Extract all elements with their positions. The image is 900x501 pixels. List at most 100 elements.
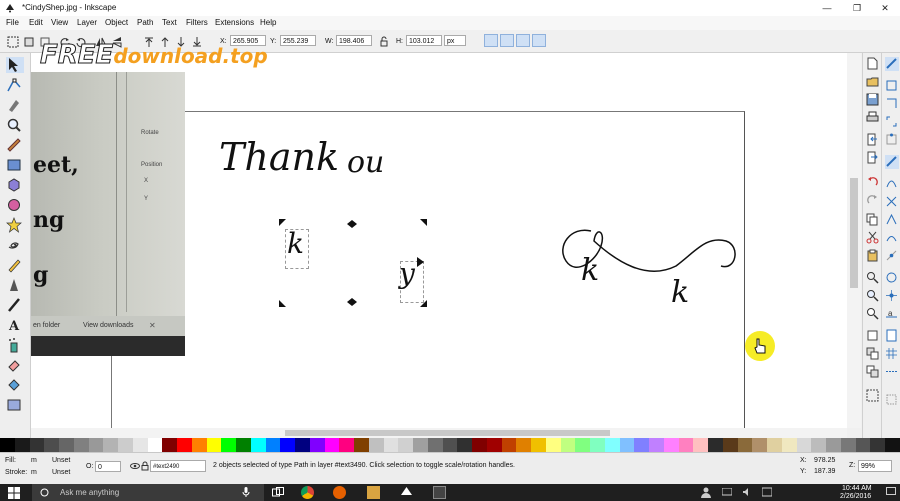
layer-visibility-icon[interactable] xyxy=(130,461,140,471)
spiral-tool-icon[interactable] xyxy=(6,237,24,253)
3d-box-tool-icon[interactable] xyxy=(6,177,24,193)
palette-swatch[interactable] xyxy=(88,438,104,452)
palette-swatch[interactable] xyxy=(177,438,192,452)
menu-filters[interactable]: Filters xyxy=(186,18,208,27)
h-field[interactable]: 103.012 xyxy=(406,35,442,46)
thank-text[interactable]: Thank xyxy=(219,135,339,179)
snap-page-border-icon[interactable] xyxy=(885,329,899,343)
select-all-layers-icon[interactable] xyxy=(22,35,36,49)
layer-dropdown[interactable]: #text2490 xyxy=(150,460,206,472)
cut-icon[interactable] xyxy=(866,231,880,245)
group-icon[interactable] xyxy=(866,389,880,403)
palette-swatch[interactable] xyxy=(280,438,295,452)
palette-swatch[interactable] xyxy=(339,438,354,452)
menu-edit[interactable]: Edit xyxy=(29,18,43,27)
palette-swatch[interactable] xyxy=(14,438,30,452)
palette-swatch[interactable] xyxy=(545,438,561,452)
people-tray-icon[interactable] xyxy=(700,486,712,498)
snap-rotation-center-icon[interactable] xyxy=(885,289,899,303)
tweak-tool-icon[interactable] xyxy=(6,97,24,113)
eraser-tool-icon[interactable] xyxy=(6,357,24,373)
snap-guides-icon[interactable] xyxy=(885,365,899,379)
w-field[interactable]: 198.406 xyxy=(336,35,372,46)
vertical-scroll-thumb[interactable] xyxy=(850,178,858,288)
paste-icon[interactable] xyxy=(866,249,880,263)
unlink-clone-icon[interactable] xyxy=(866,365,880,379)
snap-midpoints-icon[interactable] xyxy=(885,249,899,263)
new-document-icon[interactable] xyxy=(866,57,880,71)
menu-text[interactable]: Text xyxy=(162,18,177,27)
close-button[interactable]: ✕ xyxy=(870,2,900,14)
stroke-unset[interactable]: Unset xyxy=(52,469,70,476)
font-viewer-taskbar-icon[interactable] xyxy=(433,486,446,499)
snap-bbox-midpoints-icon[interactable] xyxy=(885,133,899,147)
language-tray-icon[interactable] xyxy=(761,487,773,497)
palette-swatch[interactable] xyxy=(324,438,340,452)
move-gradients-icon[interactable] xyxy=(516,34,530,47)
horizontal-scroll-thumb[interactable] xyxy=(285,430,610,436)
big-k-right[interactable]: k xyxy=(671,275,689,310)
palette-swatch[interactable] xyxy=(619,438,635,452)
scale-stroke-icon[interactable] xyxy=(484,34,498,47)
palette-swatch[interactable] xyxy=(383,438,399,452)
palette-swatch[interactable] xyxy=(265,438,281,452)
clone-icon[interactable] xyxy=(866,347,880,361)
zoom-tool-icon[interactable] xyxy=(6,117,24,133)
snap-intersections-icon[interactable] xyxy=(885,195,899,209)
palette-swatch[interactable] xyxy=(398,438,413,452)
palette-swatch[interactable] xyxy=(722,438,738,452)
pen-tool-icon[interactable] xyxy=(6,277,24,293)
menu-help[interactable]: Help xyxy=(260,18,276,27)
menu-layer[interactable]: Layer xyxy=(77,18,97,27)
palette-swatch[interactable] xyxy=(59,438,74,452)
measure-tool-icon[interactable] xyxy=(6,137,24,153)
redo-icon[interactable] xyxy=(866,193,880,207)
palette-swatch[interactable] xyxy=(870,438,885,452)
palette-swatch[interactable] xyxy=(132,438,148,452)
opacity-field[interactable]: 0 xyxy=(95,461,121,472)
unit-select[interactable]: px xyxy=(444,35,466,46)
palette-swatch[interactable] xyxy=(44,438,59,452)
palette-swatch[interactable] xyxy=(516,438,531,452)
palette-swatch[interactable] xyxy=(29,438,45,452)
inkscape-taskbar-icon[interactable] xyxy=(400,486,413,499)
palette-swatch[interactable] xyxy=(472,438,487,452)
network-tray-icon[interactable] xyxy=(721,487,733,496)
open-folder-button[interactable]: en folder xyxy=(33,322,60,329)
palette-swatch[interactable] xyxy=(221,438,236,452)
pencil-tool-icon[interactable] xyxy=(6,257,24,273)
star-tool-icon[interactable] xyxy=(6,217,24,233)
export-icon[interactable] xyxy=(866,151,880,165)
snap-bbox-edges-icon[interactable] xyxy=(885,97,899,111)
palette-swatch[interactable] xyxy=(752,438,767,452)
ellipse-tool-icon[interactable] xyxy=(6,197,24,213)
zoom-selection-icon[interactable] xyxy=(866,271,880,285)
palette-swatch[interactable] xyxy=(413,438,428,452)
palette-swatch[interactable] xyxy=(250,438,266,452)
menu-file[interactable]: File xyxy=(6,18,19,27)
palette-swatch[interactable] xyxy=(767,438,782,452)
palette-swatch[interactable] xyxy=(309,438,325,452)
big-k-left[interactable]: k xyxy=(581,253,599,288)
start-windows-icon[interactable] xyxy=(8,487,20,499)
duplicate-icon[interactable] xyxy=(866,329,880,343)
snap-paths-icon[interactable] xyxy=(885,177,899,191)
microphone-icon[interactable] xyxy=(242,487,250,497)
scale-corners-icon[interactable] xyxy=(500,34,514,47)
view-downloads-button[interactable]: View downloads xyxy=(83,322,133,329)
move-patterns-icon[interactable] xyxy=(532,34,546,47)
palette-swatch[interactable] xyxy=(663,438,679,452)
palette-swatch[interactable] xyxy=(840,438,856,452)
zoom-field[interactable]: 99% xyxy=(858,460,892,472)
rectangle-tool-icon[interactable] xyxy=(6,157,24,173)
palette-swatch[interactable] xyxy=(442,438,458,452)
palette-swatch[interactable] xyxy=(118,438,133,452)
paint-bucket-tool-icon[interactable] xyxy=(6,377,24,393)
undo-icon[interactable] xyxy=(866,175,880,189)
select-all-icon[interactable] xyxy=(6,35,20,49)
fill-unset[interactable]: Unset xyxy=(52,457,70,464)
download-bar-close[interactable]: ✕ xyxy=(149,321,156,330)
snap-centers-icon[interactable] xyxy=(885,271,899,285)
palette-swatch[interactable] xyxy=(191,438,207,452)
snap-text-baseline-icon[interactable]: a xyxy=(885,307,899,321)
